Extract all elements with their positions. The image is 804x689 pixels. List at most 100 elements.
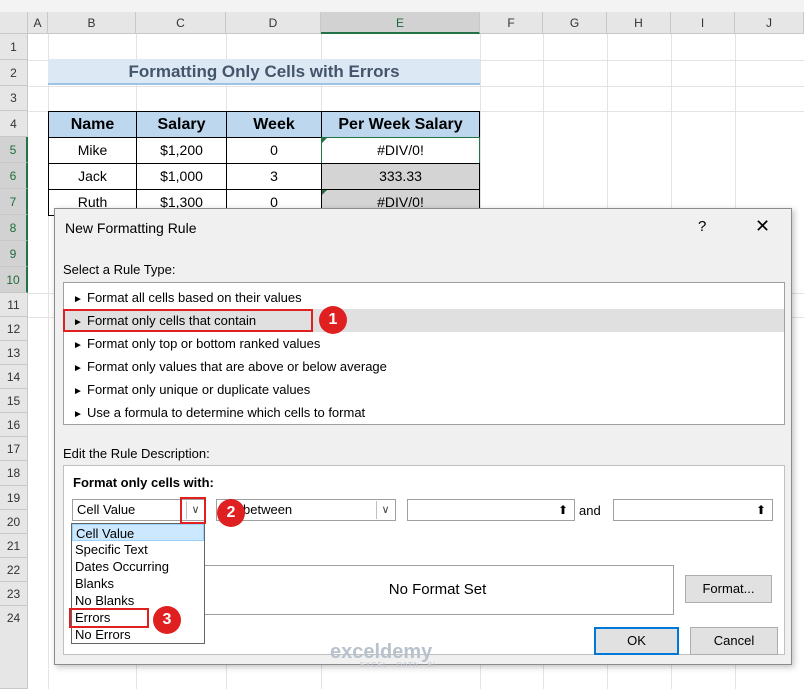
table-cell[interactable]: $1,000 <box>136 163 227 190</box>
cancel-button[interactable]: Cancel <box>690 627 778 655</box>
row-header-16[interactable]: 16 <box>0 413 28 437</box>
col-header-c[interactable]: C <box>136 12 226 34</box>
and-label: and <box>579 503 601 518</box>
table-cell[interactable]: Mike <box>48 137 137 164</box>
rule-type-label: Format all cells based on their values <box>87 290 302 305</box>
col-header-i[interactable]: I <box>671 12 735 34</box>
dialog-title: New Formatting Rule <box>65 220 197 236</box>
table-cell[interactable]: Jack <box>48 163 137 190</box>
table-cell[interactable]: 0 <box>226 137 322 164</box>
row-header-21[interactable]: 21 <box>0 534 28 558</box>
highlight-box <box>180 497 206 524</box>
row-header-18[interactable]: 18 <box>0 461 28 486</box>
table-cell[interactable]: #DIV/0! <box>321 137 480 164</box>
table-cell[interactable]: 3 <box>226 163 322 190</box>
dropdown-option[interactable]: Blanks <box>72 575 204 592</box>
ribbon-edge <box>0 0 804 12</box>
chevron-down-icon[interactable]: ∨ <box>376 501 394 519</box>
row-header-4[interactable]: 4 <box>0 111 28 137</box>
dropdown-option[interactable]: No Blanks <box>72 592 204 609</box>
arrow-icon: ► <box>73 294 83 305</box>
ok-button[interactable]: OK <box>594 627 679 655</box>
format-only-label: Format only cells with: <box>73 475 214 490</box>
row-header-6[interactable]: 6 <box>0 163 28 189</box>
row-header-3[interactable]: 3 <box>0 86 28 111</box>
table-header-salary[interactable]: Salary <box>136 111 227 138</box>
row-header-24[interactable]: 24 <box>0 606 28 689</box>
dropdown-option[interactable]: Dates Occurring <box>72 558 204 575</box>
table-cell[interactable]: 333.33 <box>321 163 480 190</box>
col-header-j[interactable]: J <box>735 12 804 34</box>
row-header-19[interactable]: 19 <box>0 486 28 510</box>
rule-type-item[interactable]: ► Use a formula to determine which cells … <box>64 401 784 424</box>
row-header-23[interactable]: 23 <box>0 582 28 606</box>
rule-type-list[interactable]: ► Format all cells based on their values … <box>63 282 785 425</box>
arrow-icon: ► <box>73 340 83 351</box>
arrow-icon: ► <box>73 386 83 397</box>
row-header-8[interactable]: 8 <box>0 215 28 241</box>
error-indicator <box>322 190 327 195</box>
error-indicator <box>322 138 327 143</box>
row-header-10[interactable]: 10 <box>0 267 28 293</box>
rule-type-item[interactable]: ► Format only values that are above or be… <box>64 355 784 378</box>
sheet-title[interactable]: Formatting Only Cells with Errors <box>48 59 480 85</box>
table-header-per-week-salary[interactable]: Per Week Salary <box>321 111 480 138</box>
col-header-h[interactable]: H <box>607 12 671 34</box>
highlight-box <box>63 309 313 332</box>
row-header-9[interactable]: 9 <box>0 241 28 267</box>
rule-type-item[interactable]: ► Format only top or bottom ranked values <box>64 332 784 355</box>
col-header-a[interactable]: A <box>28 12 48 34</box>
rule-type-label: Format only values that are above or bel… <box>87 359 387 374</box>
row-header-1[interactable]: 1 <box>0 34 28 60</box>
arrow-icon: ► <box>73 409 83 420</box>
watermark-logo: exceldemy <box>330 641 433 663</box>
rule-type-item[interactable]: ► Format only unique or duplicate values <box>64 378 784 401</box>
format-preview: No Format Set <box>201 565 674 615</box>
callout-badge: 1 <box>319 306 347 334</box>
row-header-17[interactable]: 17 <box>0 437 28 461</box>
col-header-d[interactable]: D <box>226 12 321 34</box>
table-header-week[interactable]: Week <box>226 111 322 138</box>
callout-badge: 3 <box>153 606 181 634</box>
col-header-g[interactable]: G <box>543 12 607 34</box>
row-header-7[interactable]: 7 <box>0 189 28 215</box>
rule-type-label: Format only top or bottom ranked values <box>87 336 321 351</box>
close-icon[interactable]: ✕ <box>755 216 770 237</box>
row-header-22[interactable]: 22 <box>0 558 28 582</box>
row-header-5[interactable]: 5 <box>0 137 28 163</box>
edit-description-label: Edit the Rule Description: <box>63 446 210 461</box>
value-input-2[interactable]: ⬆ <box>613 499 773 521</box>
callout-badge: 2 <box>217 499 245 527</box>
format-button[interactable]: Format... <box>685 575 772 603</box>
row-header-13[interactable]: 13 <box>0 341 28 365</box>
rule-type-label: Use a formula to determine which cells t… <box>87 405 366 420</box>
col-header-f[interactable]: F <box>480 12 543 34</box>
table-cell[interactable]: $1,200 <box>136 137 227 164</box>
operator-combo-value: between <box>243 502 293 517</box>
dropdown-option[interactable]: No Errors <box>72 626 204 643</box>
cell-value-combo-value: Cell Value <box>77 502 136 517</box>
rule-type-label: Select a Rule Type: <box>63 262 176 277</box>
value-input-1[interactable]: ⬆ <box>407 499 575 521</box>
row-header-12[interactable]: 12 <box>0 317 28 341</box>
row-header-14[interactable]: 14 <box>0 365 28 389</box>
table-header-name[interactable]: Name <box>48 111 137 138</box>
dropdown-option[interactable]: Specific Text <box>72 541 204 558</box>
row-header-20[interactable]: 20 <box>0 510 28 534</box>
select-all-corner[interactable] <box>0 12 28 34</box>
grid-line <box>28 86 804 87</box>
row-header-2[interactable]: 2 <box>0 60 28 86</box>
arrow-icon: ► <box>73 363 83 374</box>
row-header-11[interactable]: 11 <box>0 293 28 317</box>
help-icon[interactable]: ? <box>698 218 706 235</box>
rule-type-item[interactable]: ► Format all cells based on their values <box>64 286 784 309</box>
row-header-15[interactable]: 15 <box>0 389 28 413</box>
highlight-box <box>69 608 149 628</box>
collapse-dialog-icon[interactable]: ⬆ <box>752 501 770 519</box>
dropdown-option[interactable]: Cell Value <box>72 524 204 541</box>
collapse-dialog-icon[interactable]: ⬆ <box>554 501 572 519</box>
watermark-tagline: EXCEL · DATA · BI <box>360 662 436 669</box>
col-header-e[interactable]: E <box>321 12 480 34</box>
new-formatting-rule-dialog: New Formatting Rule ? ✕ Select a Rule Ty… <box>54 208 792 665</box>
col-header-b[interactable]: B <box>48 12 136 34</box>
